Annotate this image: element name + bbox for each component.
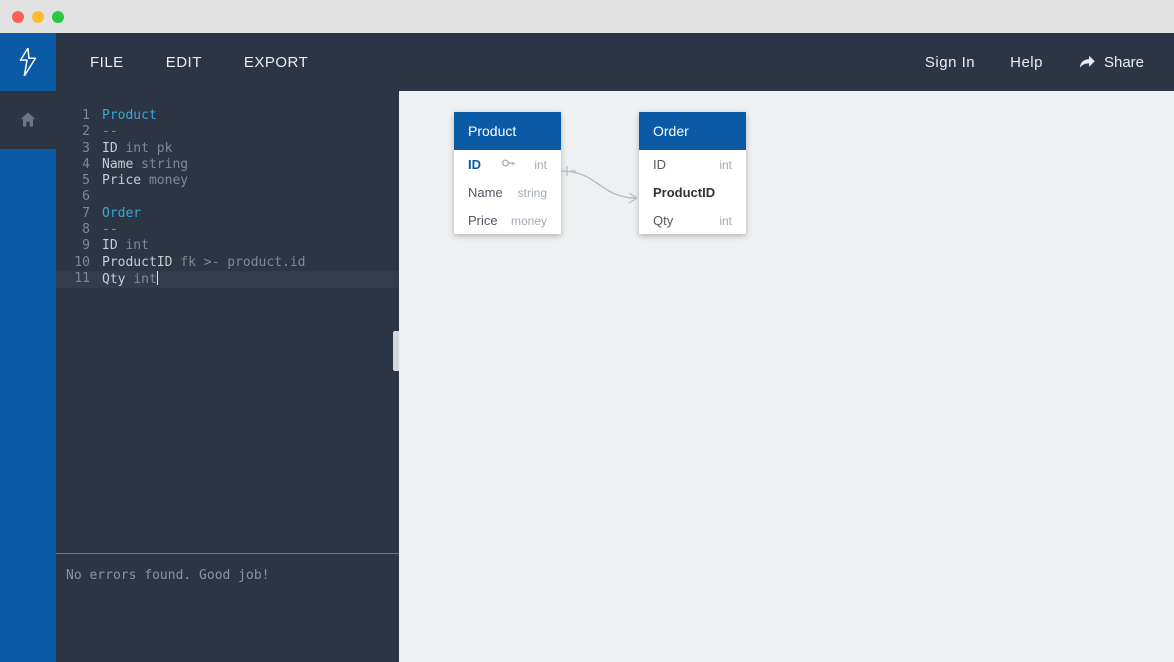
table-box[interactable]: Order ID int ProductID Qty int — [639, 112, 746, 234]
line-number: 3 — [56, 141, 102, 157]
table-row[interactable]: ID int — [639, 150, 746, 178]
line-code: -- — [102, 222, 399, 238]
column-type: string — [518, 186, 547, 200]
sign-in-link[interactable]: Sign In — [925, 54, 975, 71]
pane-resize-handle[interactable] — [393, 331, 399, 371]
status-bar: No errors found. Good job! — [56, 554, 399, 662]
column-type: int — [719, 214, 732, 228]
column-name: ID — [653, 157, 666, 172]
line-code: Order — [102, 206, 399, 222]
line-number: 4 — [56, 157, 102, 173]
top-bar: FILE EDIT EXPORT Sign In Help Share — [56, 33, 1174, 91]
editor-line[interactable]: 3ID int pk — [56, 141, 399, 157]
app-logo[interactable] — [0, 33, 56, 91]
editor-line[interactable]: 4Name string — [56, 157, 399, 173]
line-code: Price money — [102, 173, 399, 189]
column-name: Price — [468, 213, 498, 228]
line-code: ID int — [102, 238, 399, 254]
editor-line[interactable]: 5Price money — [56, 173, 399, 189]
diagram-canvas[interactable]: ProductIDintNamestringPricemoneyOrderIDi… — [399, 91, 1174, 662]
editor-line[interactable]: 10ProductID fk >- product.id — [56, 255, 399, 271]
line-code: Product — [102, 108, 399, 124]
table-row[interactable]: Name string — [454, 178, 561, 206]
line-number: 10 — [56, 255, 102, 271]
window-titlebar — [0, 0, 1174, 33]
editor-line[interactable]: 7Order — [56, 206, 399, 222]
editor-line[interactable]: 2-- — [56, 124, 399, 140]
table-header[interactable]: Order — [639, 112, 746, 150]
line-number: 5 — [56, 173, 102, 189]
line-code: Qty int — [102, 271, 399, 288]
column-name: Qty — [653, 213, 673, 228]
table-row[interactable]: ProductID — [639, 178, 746, 206]
column-name: Name — [468, 185, 503, 200]
table-row[interactable]: Qty int — [639, 206, 746, 234]
editor-line[interactable]: 1Product — [56, 108, 399, 124]
line-number: 9 — [56, 238, 102, 254]
menu-edit[interactable]: EDIT — [166, 54, 202, 71]
line-code: -- — [102, 124, 399, 140]
table-box[interactable]: Product ID int Name string Price money — [454, 112, 561, 234]
line-number: 2 — [56, 124, 102, 140]
line-number: 11 — [56, 271, 102, 288]
menu-file[interactable]: FILE — [90, 54, 124, 71]
table-row[interactable]: Price money — [454, 206, 561, 234]
column-name: ID — [468, 157, 481, 172]
column-name: ProductID — [653, 185, 715, 200]
menu-export[interactable]: EXPORT — [244, 54, 308, 71]
line-number: 7 — [56, 206, 102, 222]
line-number: 6 — [56, 189, 102, 205]
editor-line[interactable]: 11Qty int — [56, 271, 399, 288]
line-code — [102, 189, 399, 205]
line-number: 1 — [56, 108, 102, 124]
window-close-button[interactable] — [12, 11, 24, 23]
window-minimize-button[interactable] — [32, 11, 44, 23]
column-type: money — [511, 214, 547, 228]
column-type: int — [534, 158, 547, 172]
window-zoom-button[interactable] — [52, 11, 64, 23]
column-type: int — [719, 158, 732, 172]
line-code: ID int pk — [102, 141, 399, 157]
table-row[interactable]: ID int — [454, 150, 561, 178]
home-button[interactable] — [0, 91, 56, 149]
table-header[interactable]: Product — [454, 112, 561, 150]
editor-line[interactable]: 8-- — [56, 222, 399, 238]
share-icon — [1078, 55, 1096, 69]
share-button[interactable]: Share — [1078, 54, 1144, 71]
editor-line[interactable]: 6 — [56, 189, 399, 205]
key-icon — [502, 159, 516, 170]
line-code: ProductID fk >- product.id — [102, 255, 399, 271]
line-code: Name string — [102, 157, 399, 173]
left-rail — [0, 33, 56, 662]
line-number: 8 — [56, 222, 102, 238]
share-label: Share — [1104, 54, 1144, 71]
editor-line[interactable]: 9ID int — [56, 238, 399, 254]
editor-panel: 1Product2--3ID int pk4Name string5Price … — [56, 91, 399, 662]
text-cursor — [157, 271, 158, 285]
code-editor[interactable]: 1Product2--3ID int pk4Name string5Price … — [56, 91, 399, 553]
help-link[interactable]: Help — [1010, 54, 1043, 71]
